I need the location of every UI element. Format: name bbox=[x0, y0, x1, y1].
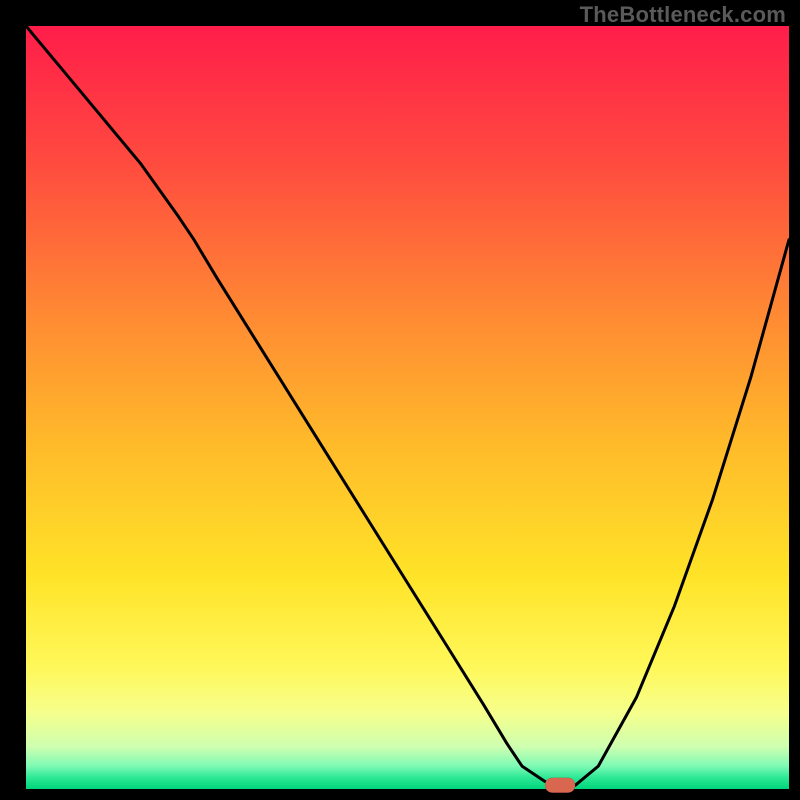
bottleneck-chart bbox=[0, 0, 800, 800]
plot-background bbox=[26, 26, 789, 789]
watermark-text: TheBottleneck.com bbox=[580, 2, 786, 28]
optimal-marker bbox=[545, 778, 575, 793]
chart-stage: TheBottleneck.com bbox=[0, 0, 800, 800]
